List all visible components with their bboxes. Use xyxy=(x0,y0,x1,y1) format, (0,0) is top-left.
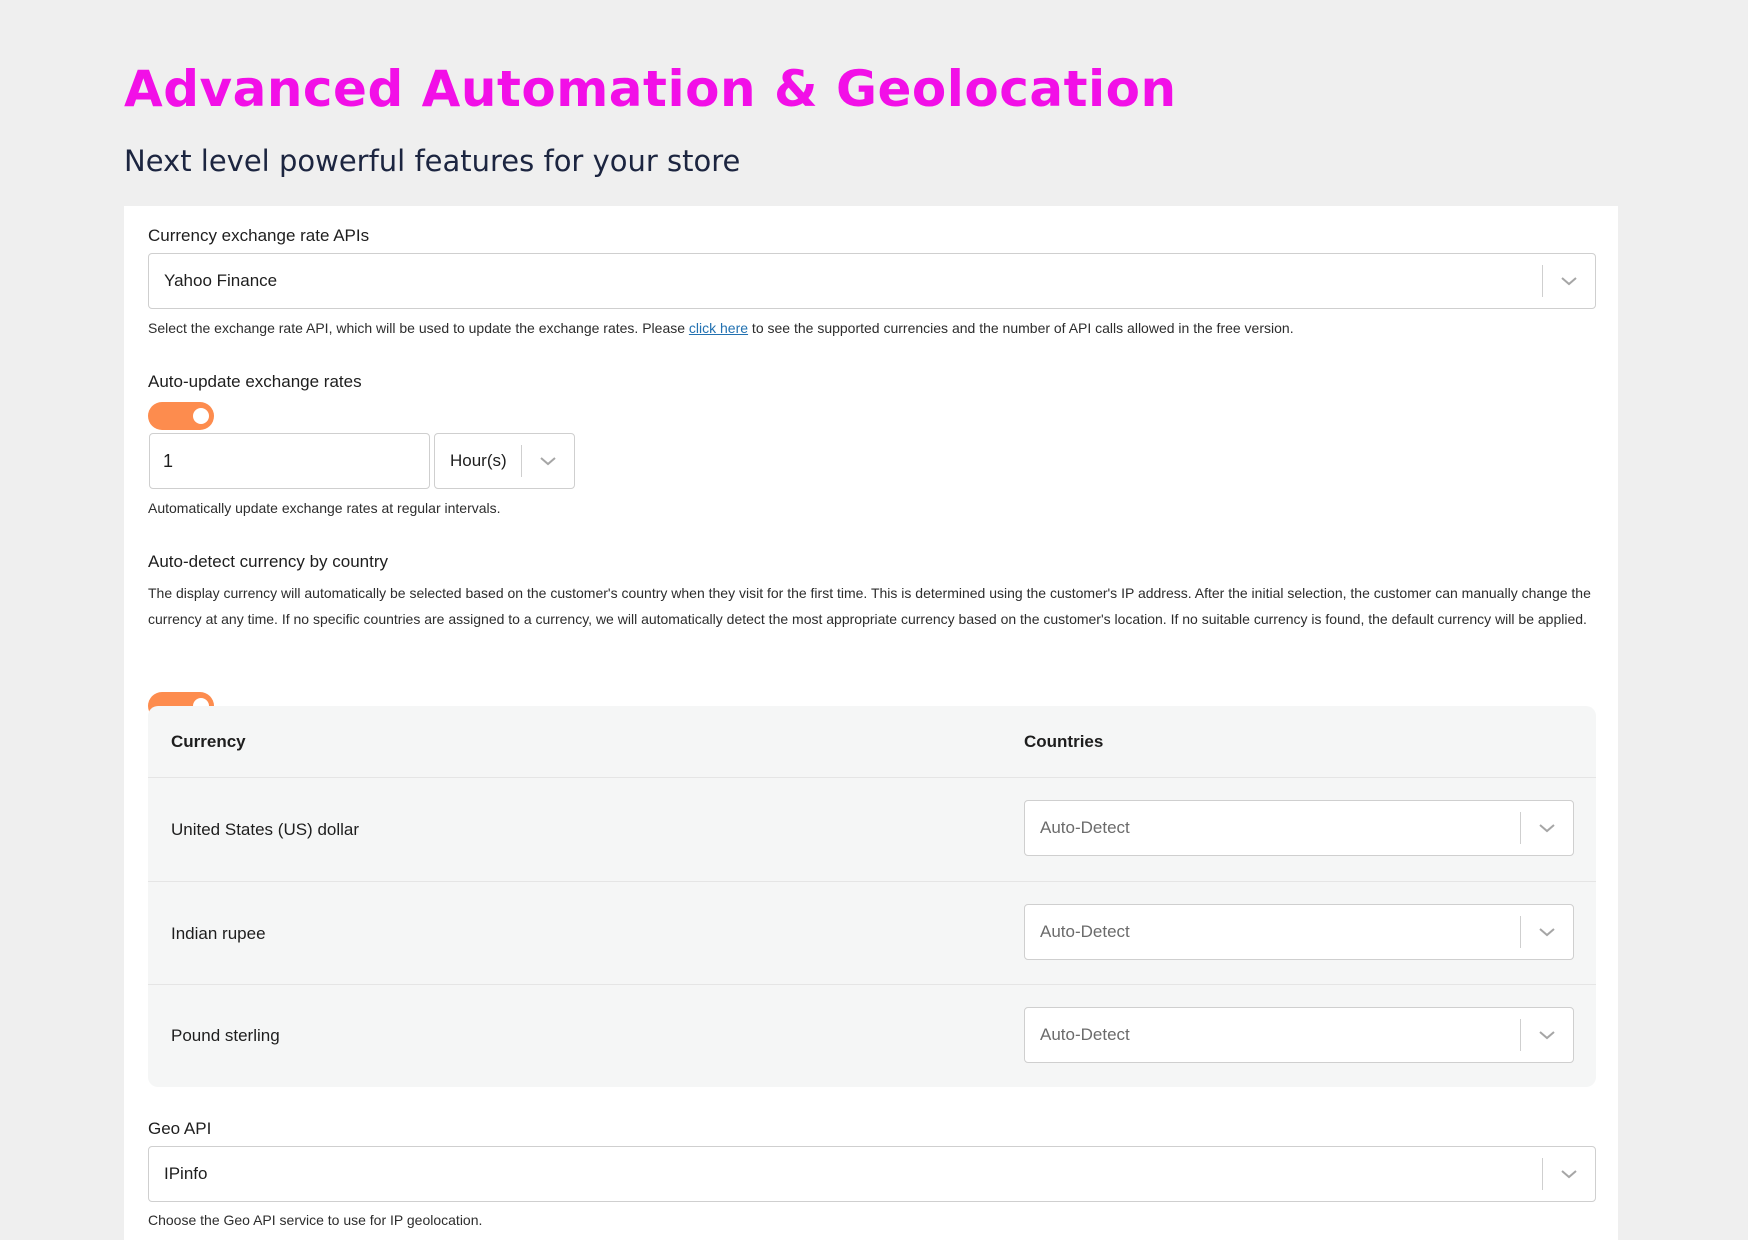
exchange-api-selected-value: Yahoo Finance xyxy=(164,271,278,290)
currency-name-inr: Indian rupee xyxy=(171,924,266,943)
row-divider xyxy=(148,777,1596,778)
exchange-api-select[interactable]: Yahoo Finance xyxy=(148,253,1596,309)
currency-name-usd: United States (US) dollar xyxy=(171,820,360,839)
chevron-down-icon[interactable] xyxy=(522,434,574,488)
auto-update-help: Automatically update exchange rates at r… xyxy=(148,500,501,516)
settings-panel: Currency exchange rate APIs Yahoo Financ… xyxy=(124,206,1618,1240)
exchange-api-help-after: to see the supported currencies and the … xyxy=(748,320,1294,336)
countries-select-value: Auto-Detect xyxy=(1040,818,1130,837)
auto-update-toggle[interactable] xyxy=(148,402,214,430)
update-interval-input[interactable] xyxy=(149,433,430,489)
currency-column-header: Currency xyxy=(171,732,246,751)
countries-select-usd[interactable]: Auto-Detect xyxy=(1024,800,1574,856)
page-subtitle: Next level powerful features for your st… xyxy=(124,144,741,178)
exchange-api-label: Currency exchange rate APIs xyxy=(148,226,370,245)
exchange-api-help: Select the exchange rate API, which will… xyxy=(148,320,1294,336)
exchange-api-help-before: Select the exchange rate API, which will… xyxy=(148,320,689,336)
page-title: Advanced Automation & Geolocation xyxy=(124,60,1177,118)
geo-api-label: Geo API xyxy=(148,1119,212,1138)
auto-update-label: Auto-update exchange rates xyxy=(148,372,362,391)
auto-detect-label: Auto-detect currency by country xyxy=(148,552,389,571)
chevron-down-icon[interactable] xyxy=(1543,1147,1595,1201)
currency-name-gbp: Pound sterling xyxy=(171,1026,280,1045)
geo-api-help: Choose the Geo API service to use for IP… xyxy=(148,1212,483,1228)
update-interval-unit-select[interactable]: Hour(s) xyxy=(434,433,575,489)
row-divider xyxy=(148,881,1596,882)
countries-select-value: Auto-Detect xyxy=(1040,922,1130,941)
countries-select-gbp[interactable]: Auto-Detect xyxy=(1024,1007,1574,1063)
geo-api-select[interactable]: IPinfo xyxy=(148,1146,1596,1202)
supported-currencies-link[interactable]: click here xyxy=(689,320,748,336)
countries-column-header: Countries xyxy=(1024,732,1104,751)
currency-countries-table: Currency Countries United States (US) do… xyxy=(148,706,1596,1087)
chevron-down-icon[interactable] xyxy=(1521,801,1573,855)
auto-detect-description: The display currency will automatically … xyxy=(148,585,1591,627)
countries-select-value: Auto-Detect xyxy=(1040,1025,1130,1044)
row-divider xyxy=(148,984,1596,985)
interval-unit-value: Hour(s) xyxy=(450,451,507,470)
chevron-down-icon[interactable] xyxy=(1543,254,1595,308)
chevron-down-icon[interactable] xyxy=(1521,1008,1573,1062)
countries-select-inr[interactable]: Auto-Detect xyxy=(1024,904,1574,960)
toggle-knob xyxy=(193,408,209,424)
chevron-down-icon[interactable] xyxy=(1521,905,1573,959)
geo-api-selected-value: IPinfo xyxy=(164,1164,208,1183)
